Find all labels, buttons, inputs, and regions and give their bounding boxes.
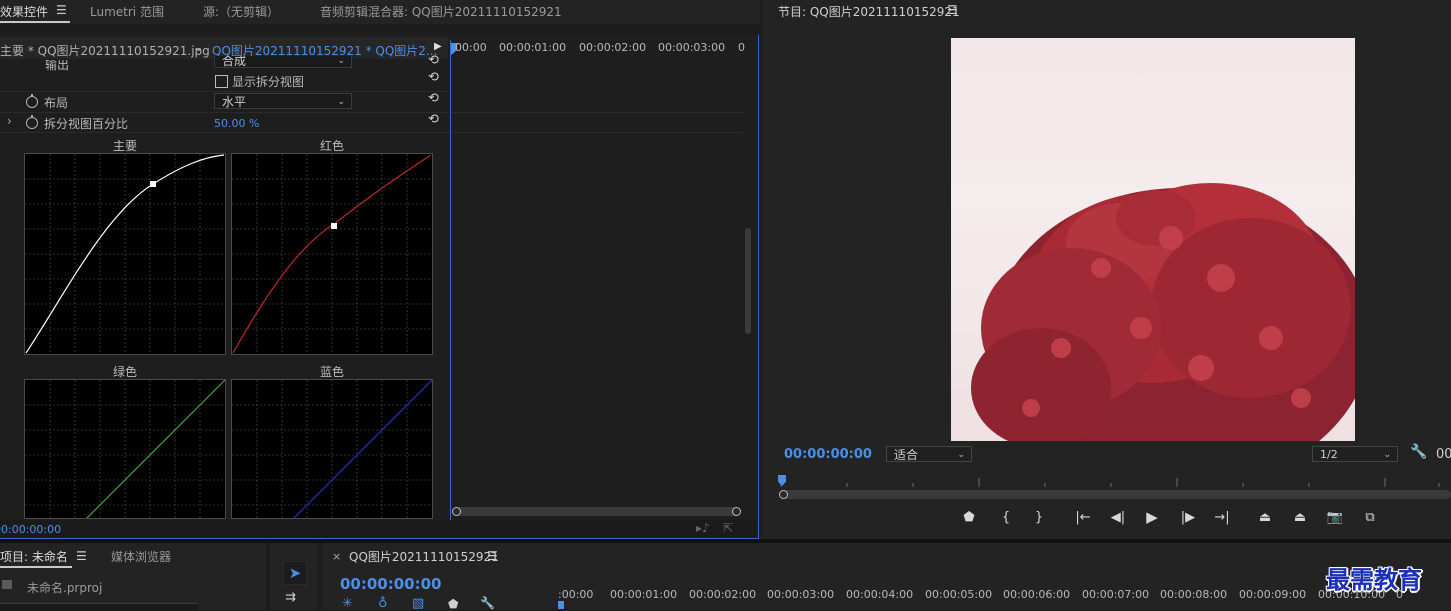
monitor-zoom-bar[interactable] xyxy=(780,490,1451,499)
timeline-ruler[interactable]: :00:00 00:00:01:00 00:00:02:00 00:00:03:… xyxy=(558,584,1451,609)
timeline-ruler-label: 00:00:07:00 xyxy=(1082,588,1150,601)
out-mark-icon[interactable]: } xyxy=(1028,510,1050,525)
timeline-ruler-label: 00:00:05:00 xyxy=(925,588,993,601)
tab-media-browser[interactable]: 媒体浏览器 xyxy=(111,548,171,565)
hamburger-icon[interactable]: ☰ xyxy=(56,3,67,17)
timeline-ruler-label: 00:00:06:00 xyxy=(1003,588,1071,601)
program-timecode[interactable]: 00:00:00:00 xyxy=(784,447,872,462)
tab-lumetri-scopes[interactable]: Lumetri 范围 xyxy=(90,3,164,20)
timeline-tool-row: ✳ ♁ ▧ ⬟ 🔧 xyxy=(340,596,500,611)
timeline-close-icon[interactable]: × xyxy=(332,550,341,563)
hamburger-icon[interactable]: ☰ xyxy=(947,3,958,17)
timeline-timecode[interactable]: 00:00:00:00 xyxy=(340,575,442,593)
fit-dropdown[interactable]: 适合 ⌄ xyxy=(886,446,972,462)
step-forward-icon[interactable]: |▶ xyxy=(1177,510,1199,525)
lift-icon[interactable]: ⏏ xyxy=(1254,510,1276,525)
tab-audio-clip-mixer[interactable]: 音频剪辑混合器: QQ图片20211110152921 xyxy=(320,3,562,20)
compare-icon[interactable]: ⧉ xyxy=(1359,510,1381,525)
tab-active-underline xyxy=(0,21,70,23)
tree-image xyxy=(971,183,1355,441)
extract-icon[interactable]: ⏏ xyxy=(1289,510,1311,525)
hamburger-icon[interactable]: ☰ xyxy=(487,549,498,563)
project-file-name[interactable]: 未命名.prproj xyxy=(27,579,102,596)
tab-project-underline xyxy=(0,566,72,568)
timeline-ruler-label: 00:00:03:00 xyxy=(767,588,835,601)
project-file-icon xyxy=(2,580,12,589)
camera-icon[interactable]: 📷 xyxy=(1324,510,1346,525)
program-video-frame xyxy=(951,38,1355,441)
timeline-sequence-tab[interactable]: QQ图片20211110152921 xyxy=(349,548,499,565)
timeline-ruler-label: 00:00:02:00 xyxy=(689,588,757,601)
track-select-icon[interactable]: ⇉ xyxy=(285,590,296,605)
wrench-icon[interactable]: 🔧 xyxy=(480,596,495,610)
go-in-icon[interactable]: |← xyxy=(1072,510,1094,525)
go-out-icon[interactable]: →| xyxy=(1211,510,1233,525)
timeline-playhead-icon[interactable] xyxy=(558,601,564,609)
monitor-time-ruler[interactable] xyxy=(779,474,1451,488)
resolution-dropdown[interactable]: 1/2 ⌄ xyxy=(1312,446,1398,462)
play-icon[interactable]: ▶ xyxy=(1141,508,1163,526)
tab-project[interactable]: 项目: 未命名 xyxy=(0,548,68,565)
panel-focus-border xyxy=(0,35,759,539)
step-back-icon[interactable]: ◀| xyxy=(1107,510,1129,525)
program-duration-timecode: 00 xyxy=(1436,447,1451,462)
timeline-ruler-label: 00:00:04:00 xyxy=(846,588,914,601)
in-mark-icon[interactable]: { xyxy=(995,510,1017,525)
program-monitor-title[interactable]: 节目: QQ图片20211110152921 xyxy=(778,3,960,20)
wrench-icon[interactable]: 🔧 xyxy=(1410,444,1427,460)
selection-tool-icon[interactable]: ➤ xyxy=(283,561,307,585)
monitor-zoom-handle-left[interactable] xyxy=(779,490,788,499)
marker-icon[interactable]: ⬟ xyxy=(958,510,980,525)
hamburger-icon[interactable]: ☰ xyxy=(76,549,87,563)
timeline-ruler-label: :00:00 xyxy=(558,588,594,601)
timeline-ruler-label: 00:00:01:00 xyxy=(610,588,678,601)
tab-source[interactable]: 源:（无剪辑） xyxy=(203,3,279,20)
watermark-logo: 最需教育 xyxy=(1326,565,1422,594)
timeline-ruler-label: 00:00:08:00 xyxy=(1160,588,1228,601)
timeline-ruler-label: 00:00:09:00 xyxy=(1239,588,1307,601)
tab-effect-controls[interactable]: 效果控件 xyxy=(0,3,48,20)
